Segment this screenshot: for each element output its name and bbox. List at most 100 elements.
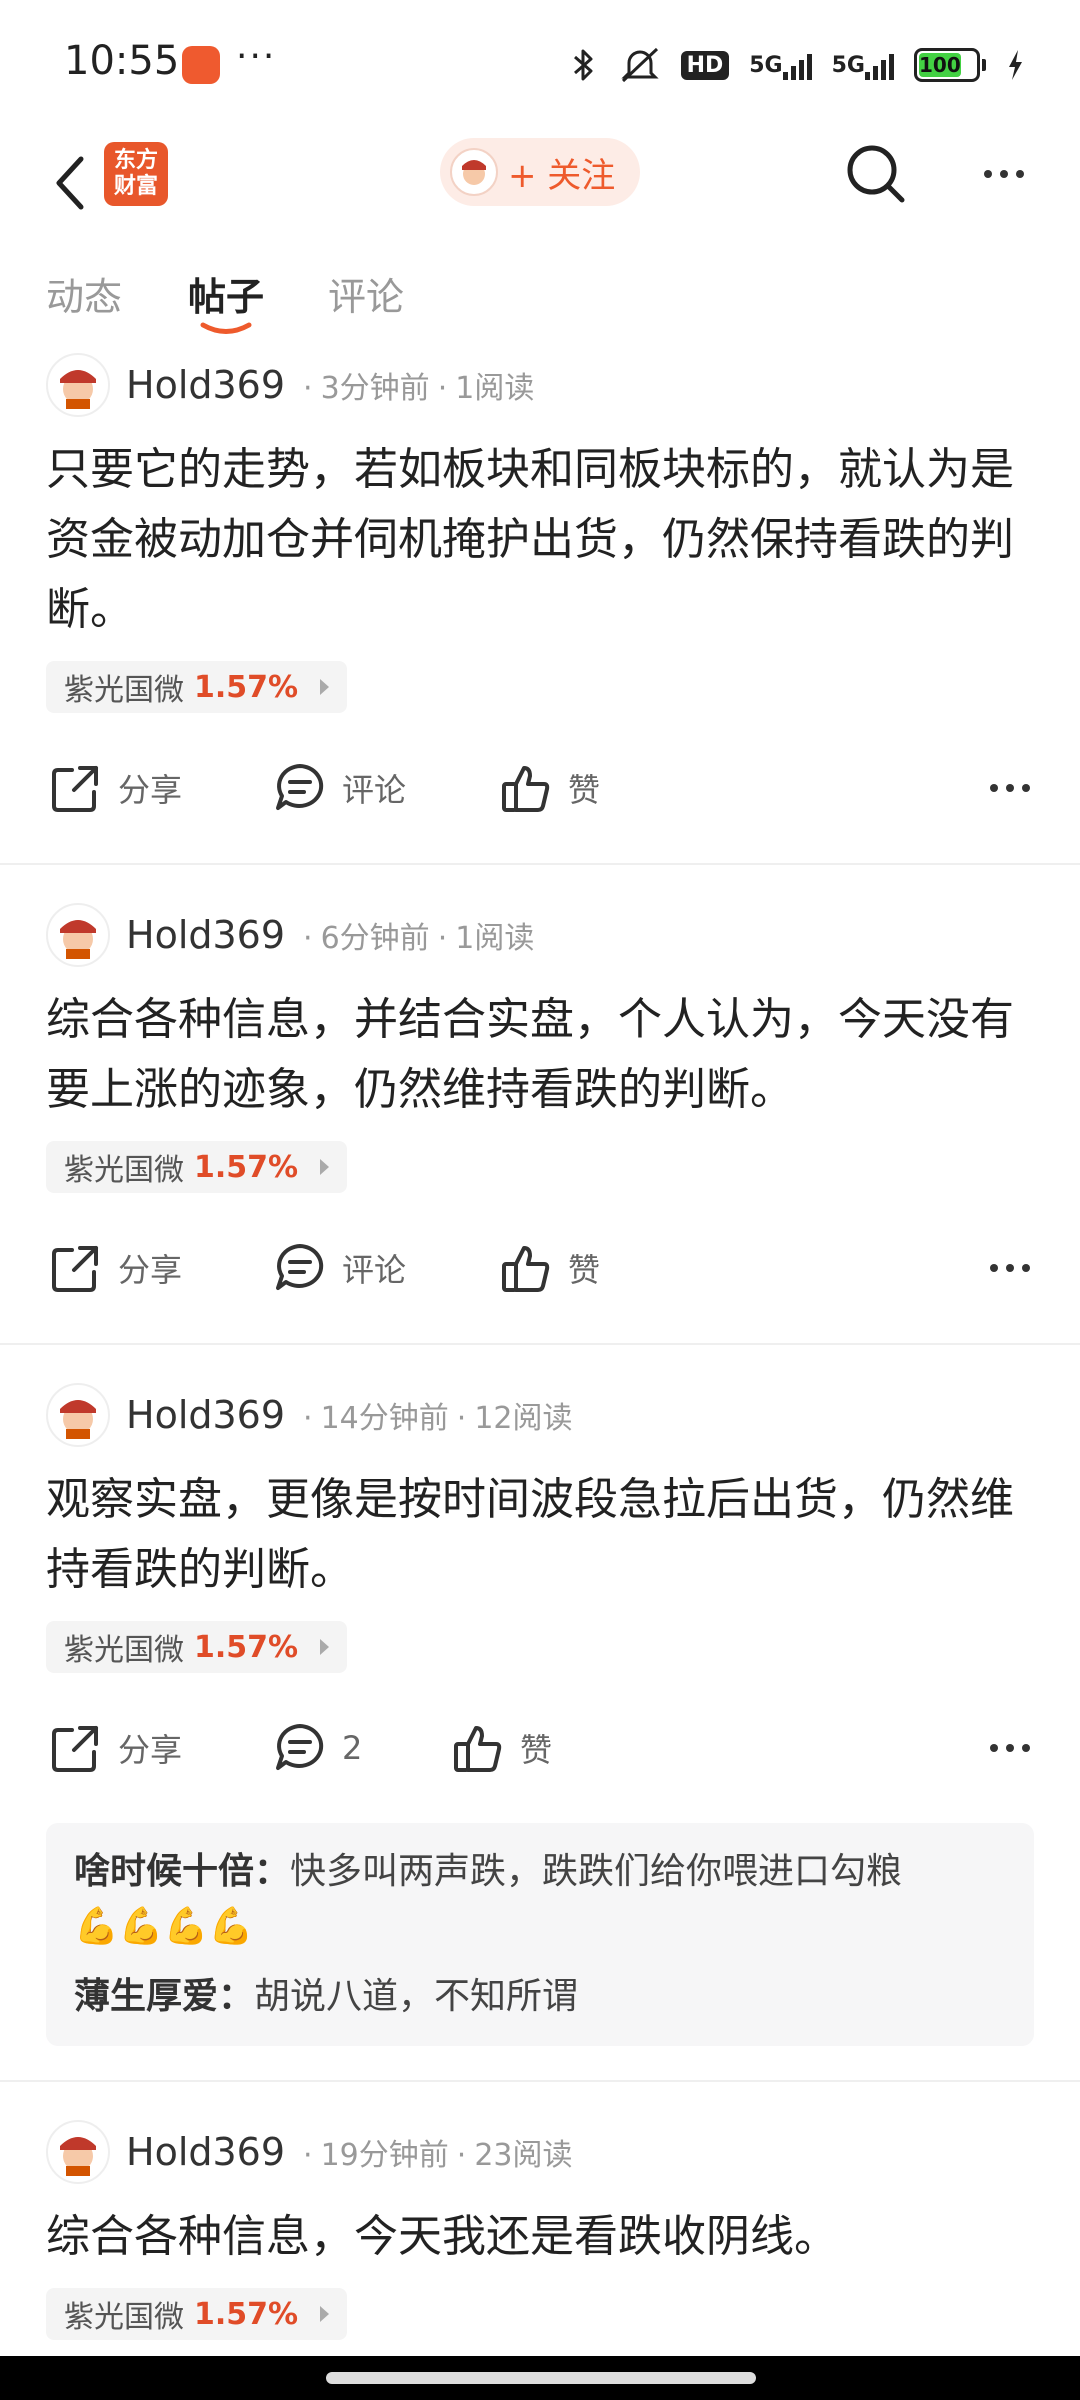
stock-tag[interactable]: 紫光国微 1.57%	[46, 661, 348, 713]
thumbs-up-icon	[454, 1726, 502, 1772]
comment-icon	[276, 1724, 324, 1770]
like-button[interactable]: 赞	[452, 1713, 552, 1783]
search-button[interactable]	[844, 142, 908, 206]
thumbs-up-icon	[502, 1246, 550, 1292]
like-label: 赞	[568, 1251, 601, 1289]
author-name[interactable]: Hold369	[126, 1393, 285, 1437]
post-actions: 分享 评论 赞	[0, 1193, 1080, 1343]
comment-button[interactable]: 评论	[274, 753, 406, 823]
post-actions: 分享 评论 赞	[0, 713, 1080, 863]
logo-text-1: 东方	[113, 148, 158, 173]
battery-level: 100	[919, 53, 961, 77]
share-icon	[52, 1246, 98, 1292]
comment-user[interactable]: 啥时候十倍：	[74, 1851, 290, 1892]
like-label: 赞	[520, 1731, 553, 1769]
logo-text-2: 财富	[113, 174, 158, 199]
comment-item[interactable]: 薄生厚爱：胡说八道，不知所谓	[74, 1970, 1006, 2024]
more-options-button[interactable]	[972, 142, 1036, 206]
comment-preview[interactable]: 啥时候十倍：快多叫两声跌，跌跌们给你喂进口勾粮 💪💪💪💪 薄生厚爱：胡说八道，不…	[46, 1823, 1034, 2046]
follow-label: + 关注	[508, 155, 616, 196]
post-card: Hold369 · 6分钟前 · 1阅读 综合各种信息，并结合实盘，个人认为，今天没有…	[0, 865, 1080, 1345]
eastmoney-logo: 东方 财富	[104, 142, 168, 206]
status-more-indicator: ···	[236, 36, 277, 77]
post-more-button[interactable]	[980, 1713, 1040, 1783]
stock-name: 紫光国微	[64, 673, 184, 708]
comment-user[interactable]: 薄生厚爱：	[74, 1976, 254, 2017]
signal-icon	[782, 50, 812, 80]
mute-icon	[620, 47, 659, 83]
avatar[interactable]	[46, 903, 110, 967]
bluetooth-icon	[573, 49, 593, 81]
comment-label: 评论	[342, 1251, 407, 1289]
post-reads: 1阅读	[455, 371, 535, 406]
app-notification-icon	[182, 46, 220, 84]
post-content[interactable]: 观察实盘，更像是按时间波段急拉后出货，仍然维持看跌的判断。	[0, 1455, 1080, 1605]
share-button[interactable]: 分享	[50, 1713, 182, 1783]
chevron-right-icon	[320, 679, 330, 695]
share-button[interactable]: 分享	[50, 753, 182, 823]
back-button[interactable]	[36, 148, 106, 218]
comment-item[interactable]: 啥时候十倍：快多叫两声跌，跌跌们给你喂进口勾粮 💪💪💪💪	[74, 1845, 1006, 1954]
hd-badge: HD	[680, 50, 730, 80]
share-button[interactable]: 分享	[50, 1233, 182, 1303]
share-icon	[52, 766, 98, 812]
status-bar: 10:55 ··· HD 5G 5G 100	[0, 0, 1080, 130]
comment-button[interactable]: 2	[274, 1713, 362, 1783]
post-more-button[interactable]	[980, 1233, 1040, 1303]
post-feed: Hold369 · 3分钟前 · 1阅读 只要它的走势，若如板块和同板块标的，就认为是…	[0, 345, 1080, 2400]
avatar[interactable]	[46, 353, 110, 417]
post-header: Hold369 · 6分钟前 · 1阅读	[0, 895, 1080, 975]
flex-emoji-icon: 💪💪💪💪	[74, 1906, 254, 1947]
chevron-right-icon	[320, 2306, 330, 2322]
active-tab-indicator	[200, 322, 252, 334]
network-5g-1: 5G	[749, 50, 812, 80]
app-root: 10:55 ··· HD 5G 5G 100 东方 财富 + 关注 动态 帖子 …	[0, 0, 1080, 2400]
stock-name: 紫光国微	[64, 1633, 184, 1668]
comment-icon	[276, 764, 324, 810]
avatar[interactable]	[46, 2120, 110, 2184]
post-reads: 1阅读	[455, 921, 535, 956]
like-button[interactable]: 赞	[500, 1233, 600, 1303]
post-card: Hold369 · 14分钟前 · 12阅读 观察实盘，更像是按时间波段急拉后出货，仍…	[0, 1345, 1080, 2082]
post-reads: 12阅读	[474, 1401, 573, 1436]
status-time: 10:55	[64, 38, 180, 84]
share-label: 分享	[118, 1251, 183, 1289]
tab-comments[interactable]: 评论	[328, 266, 404, 321]
chevron-right-icon	[320, 1159, 330, 1175]
search-icon	[847, 145, 905, 203]
comment-label: 评论	[342, 771, 407, 809]
comment-icon	[276, 1244, 324, 1290]
post-time: 3分钟前	[320, 371, 430, 406]
home-gesture-bar[interactable]	[326, 2372, 756, 2384]
post-header: Hold369 · 3分钟前 · 1阅读	[0, 345, 1080, 425]
author-name[interactable]: Hold369	[126, 363, 285, 407]
post-more-button[interactable]	[980, 753, 1040, 823]
post-content[interactable]: 综合各种信息，并结合实盘，个人认为，今天没有要上涨的迹象，仍然维持看跌的判断。	[0, 975, 1080, 1125]
stock-tag[interactable]: 紫光国微 1.57%	[46, 1621, 348, 1673]
stock-tag[interactable]: 紫光国微 1.57%	[46, 2288, 348, 2340]
post-content[interactable]: 综合各种信息，今天我还是看跌收阴线。	[0, 2192, 1080, 2272]
comment-text: 胡说八道，不知所谓	[254, 1976, 579, 2017]
charging-icon	[1009, 50, 1022, 80]
stock-change: 1.57%	[194, 1629, 299, 1665]
comment-button[interactable]: 评论	[274, 1233, 406, 1303]
chevron-right-icon	[320, 1639, 330, 1655]
like-button[interactable]: 赞	[500, 753, 600, 823]
tab-dynamics[interactable]: 动态	[46, 266, 122, 321]
post-reads: 23阅读	[474, 2138, 573, 2173]
stock-tag[interactable]: 紫光国微 1.57%	[46, 1141, 348, 1193]
comment-text: 快多叫两声跌，跌跌们给你喂进口勾粮	[290, 1851, 903, 1892]
follow-button[interactable]: + 关注	[440, 138, 640, 206]
post-content[interactable]: 只要它的走势，若如板块和同板块标的，就认为是资金被动加仓并伺机掩护出货，仍然保持…	[0, 425, 1080, 645]
dot-icon	[1016, 170, 1024, 178]
post-meta: · 14分钟前 · 12阅读	[303, 1401, 573, 1436]
user-avatar-icon	[450, 148, 498, 196]
post-time: 14分钟前	[320, 1401, 449, 1436]
post-meta: · 6分钟前 · 1阅读	[303, 921, 535, 956]
author-name[interactable]: Hold369	[126, 913, 285, 957]
avatar[interactable]	[46, 1383, 110, 1447]
author-name[interactable]: Hold369	[126, 2130, 285, 2174]
post-card: Hold369 · 3分钟前 · 1阅读 只要它的走势，若如板块和同板块标的，就认为是…	[0, 345, 1080, 865]
share-icon	[52, 1726, 98, 1772]
tab-posts[interactable]: 帖子	[188, 266, 264, 321]
